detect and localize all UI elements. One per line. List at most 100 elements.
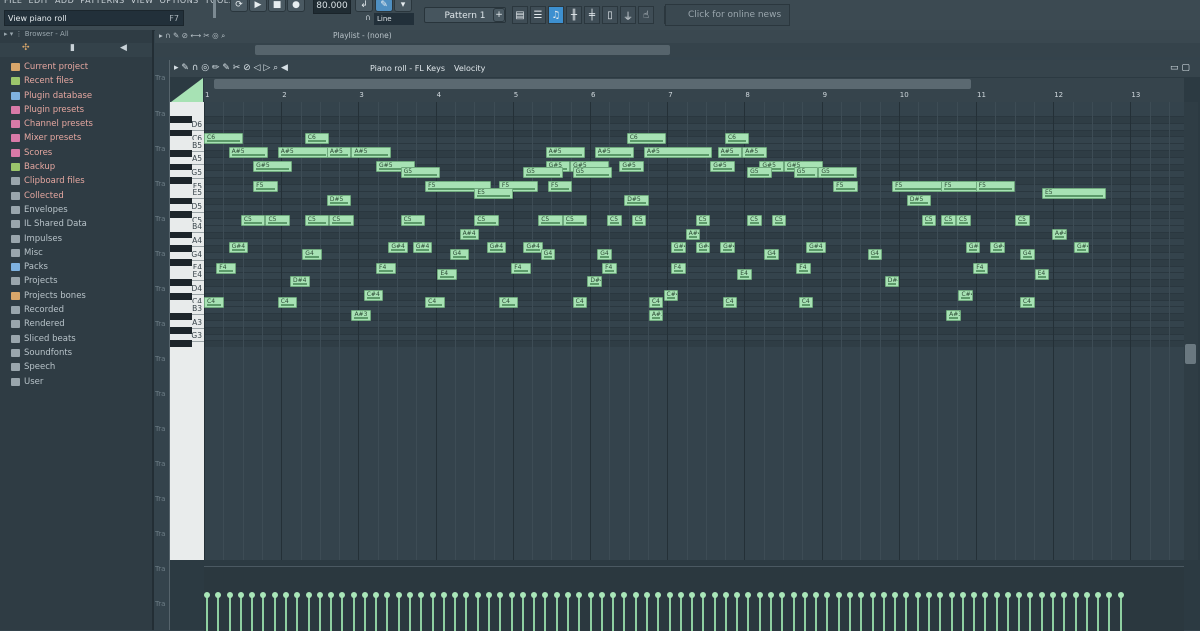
browser-item[interactable]: IL Shared Data (0, 217, 150, 231)
velocity-bar[interactable] (531, 592, 538, 631)
note[interactable]: D#4 (290, 276, 310, 288)
note[interactable]: F4 (602, 262, 617, 274)
velocity-bar[interactable] (440, 592, 447, 631)
note[interactable]: G#4 (486, 242, 507, 254)
speaker-icon[interactable]: ◀ (120, 43, 127, 53)
note[interactable]: A#5 (351, 147, 391, 158)
velocity-bar[interactable] (542, 592, 549, 631)
note[interactable]: E4 (437, 269, 457, 281)
pen-mode-button[interactable]: ✎ (375, 0, 393, 12)
piano-roll-target[interactable]: Velocity (454, 60, 485, 77)
menu-item-patterns[interactable]: PATTERNS (80, 0, 124, 5)
note[interactable]: E5 (474, 187, 514, 199)
note[interactable]: A#3 (946, 310, 961, 322)
velocity-bar[interactable] (350, 592, 357, 631)
velocity-bar[interactable] (598, 592, 605, 631)
note[interactable]: C5 (400, 215, 426, 226)
note[interactable]: F5 (548, 181, 573, 192)
note[interactable]: G4 (867, 249, 883, 260)
velocity-bar[interactable] (294, 592, 301, 631)
browser-item[interactable]: Current project (0, 60, 150, 74)
plugin-picker-button[interactable]: ⏚ (620, 6, 636, 24)
note[interactable]: C4 (277, 296, 298, 308)
velocity-bar[interactable] (824, 592, 831, 631)
note[interactable]: F4 (376, 262, 396, 274)
velocity-bar[interactable] (1061, 592, 1068, 631)
browser-item[interactable]: Impulses (0, 232, 150, 246)
snap-toggle[interactable]: ↲ (355, 0, 373, 12)
note[interactable]: G4 (597, 249, 612, 260)
velocity-bar[interactable] (846, 592, 853, 631)
browser-item[interactable]: Collected (0, 189, 150, 203)
velocity-bar[interactable] (948, 592, 955, 631)
velocity-bar[interactable] (869, 592, 876, 631)
velocity-bar[interactable] (418, 592, 425, 631)
note[interactable]: F5 (975, 181, 1015, 192)
note[interactable]: C5 (607, 215, 622, 226)
note[interactable]: G#5 (253, 160, 293, 172)
velocity-bar[interactable] (959, 592, 966, 631)
note[interactable]: G#4 (412, 242, 433, 254)
velocity-bar[interactable] (734, 592, 741, 631)
note[interactable]: C5 (562, 215, 588, 226)
velocity-bar[interactable] (215, 592, 222, 631)
note[interactable]: E4 (1034, 269, 1050, 281)
velocity-bar[interactable] (452, 592, 459, 631)
note[interactable]: G#4 (806, 242, 826, 254)
note[interactable]: A#5 (228, 147, 268, 158)
velocity-bar[interactable] (576, 592, 583, 631)
note[interactable]: G#5 (619, 160, 644, 172)
loop-button[interactable]: ⟳ (230, 0, 248, 12)
note[interactable]: D#5 (326, 194, 352, 206)
velocity-bar[interactable] (1004, 592, 1011, 631)
master-volume-slider[interactable] (213, 0, 216, 18)
note[interactable]: C6 (304, 133, 330, 145)
browser-item[interactable]: Projects (0, 274, 150, 288)
note[interactable]: C5 (329, 215, 354, 226)
note[interactable]: A#4 (459, 228, 480, 240)
note[interactable]: C#4 (958, 289, 974, 301)
note[interactable]: C5 (921, 215, 937, 226)
add-pattern-button[interactable]: + (493, 8, 505, 22)
note[interactable]: C4 (722, 296, 738, 308)
note[interactable]: G#4 (990, 242, 1006, 254)
velocity-bar[interactable] (677, 592, 684, 631)
note[interactable]: C5 (695, 215, 711, 226)
velocity-bar[interactable] (711, 592, 718, 631)
note[interactable]: G4 (764, 249, 779, 260)
snap-select[interactable]: Line (374, 13, 414, 25)
note[interactable]: C5 (631, 215, 647, 226)
menu-item-edit[interactable]: EDIT (28, 0, 48, 5)
note[interactable]: A#4 (1051, 228, 1067, 240)
note[interactable]: D#5 (906, 194, 932, 206)
velocity-bar[interactable] (892, 592, 899, 631)
note[interactable]: C5 (265, 215, 290, 226)
note[interactable]: G5 (400, 167, 440, 179)
note[interactable]: C#4 (363, 289, 384, 301)
velocity-bar[interactable] (1117, 592, 1124, 631)
black-key[interactable] (170, 245, 192, 252)
note[interactable]: F4 (670, 262, 686, 274)
note[interactable]: F5 (941, 181, 981, 192)
note[interactable]: A#4 (685, 228, 701, 240)
note[interactable]: G5 (793, 167, 819, 179)
note[interactable]: E4 (737, 269, 752, 281)
velocity-bar[interactable] (553, 592, 560, 631)
note-grid[interactable]: C6 C6 C6 C6 A#5 A#5 A#5 A#5 A#5 A#5 A#5 A#5 A#5 G#5 G#… (204, 102, 1184, 560)
black-key[interactable] (170, 197, 192, 205)
velocity-bar[interactable] (801, 592, 808, 631)
piano-roll-button[interactable]: ♫ (548, 6, 564, 24)
note[interactable]: C4 (648, 296, 664, 308)
velocity-bar[interactable] (779, 592, 786, 631)
velocity-bar[interactable] (925, 592, 932, 631)
velocity-bar[interactable] (587, 592, 594, 631)
velocity-bar[interactable] (1083, 592, 1090, 631)
velocity-bar[interactable] (655, 592, 662, 631)
note[interactable]: C5 (474, 215, 499, 226)
note[interactable]: G5 (523, 167, 563, 179)
note[interactable]: F4 (796, 262, 811, 274)
velocity-bar[interactable] (474, 592, 481, 631)
note[interactable]: C6 (724, 133, 750, 145)
note[interactable]: C5 (771, 215, 787, 226)
note[interactable]: G4 (1019, 249, 1035, 260)
